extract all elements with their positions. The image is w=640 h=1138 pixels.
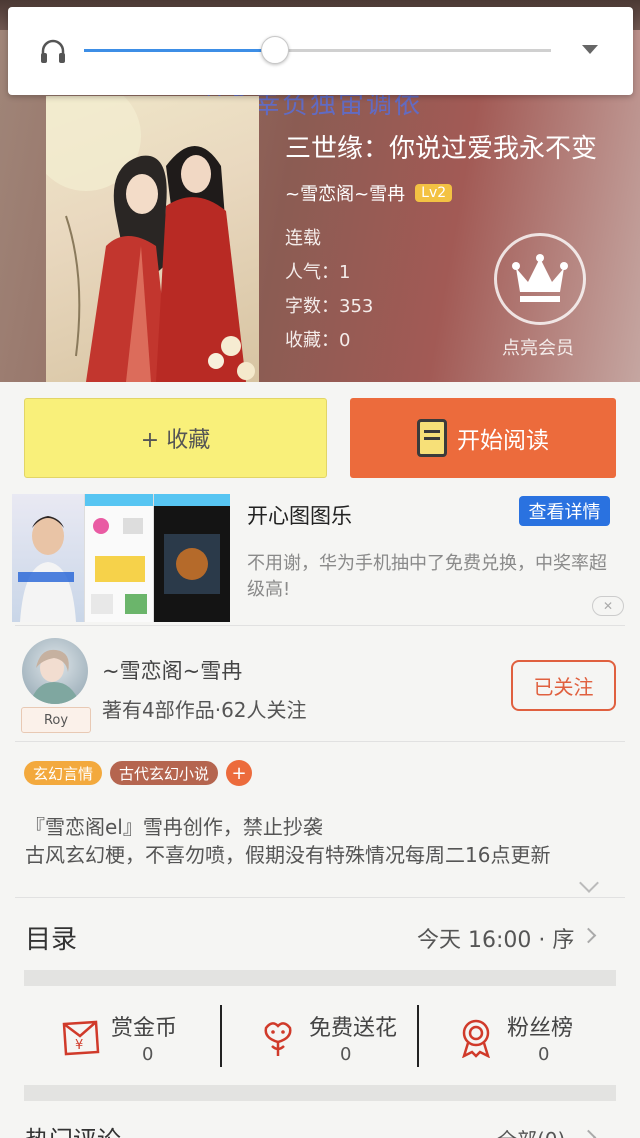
follow-button[interactable]: 已关注 [511, 660, 616, 711]
caret-down-icon[interactable] [582, 45, 598, 54]
fan-ranking-button[interactable]: 粉丝榜 0 [420, 1004, 616, 1068]
book-favorites: 收藏：0 [285, 330, 351, 351]
divider [15, 741, 625, 742]
author-stats: 著有4部作品·62人关注 [102, 698, 307, 722]
stat-value: 0 [538, 1044, 550, 1065]
volume-slider[interactable] [84, 36, 551, 64]
ad-close-icon[interactable]: ✕ [592, 596, 624, 616]
ad-details-button[interactable]: 查看详情 [519, 496, 610, 526]
book-author[interactable]: ~雪恋阁~雪冉 [285, 180, 405, 206]
stat-value: 0 [340, 1044, 352, 1065]
chevron-right-icon[interactable] [580, 1129, 597, 1138]
vip-button[interactable] [494, 233, 586, 325]
collect-button[interactable]: + 收藏 [24, 398, 327, 478]
reward-coin-icon: ¥ [62, 1020, 100, 1056]
headphone-icon [41, 39, 65, 63]
stat-value: 0 [142, 1044, 154, 1065]
book-word-count: 字数：353 [285, 296, 374, 317]
cover-illustration [46, 96, 255, 382]
divider [417, 1005, 419, 1067]
flower-icon [264, 1022, 292, 1056]
volume-slider-fill [84, 49, 276, 52]
volume-popup [8, 7, 633, 95]
level-badge: Lv2 [415, 184, 453, 202]
description-line-2: 古风玄幻梗，不喜勿喷，假期没有特殊情况每周二16点更新 [25, 843, 551, 867]
ad-description: 不用谢，华为手机抽中了免费兑换，中奖率超级高! [247, 553, 607, 600]
stat-label: 赏金币 [111, 1016, 178, 1041]
svg-text:¥: ¥ [75, 1038, 83, 1053]
book-popularity: 人气：1 [285, 262, 351, 283]
chevron-right-icon[interactable] [580, 927, 597, 944]
toc-latest-chapter[interactable]: 今天 16:00 · 序 [417, 922, 574, 954]
ad-images[interactable] [12, 494, 230, 622]
divider [15, 897, 625, 898]
book-title: 三世缘：你说过爱我永不变 [285, 134, 598, 164]
start-reading-label: 开始阅读 [457, 428, 549, 454]
ad-image-1 [12, 494, 84, 622]
section-separator [24, 970, 616, 986]
toc-label[interactable]: 目录 [25, 919, 77, 956]
start-reading-button[interactable]: 开始阅读 [350, 398, 616, 478]
reward-coin-button[interactable]: ¥ 赏金币 0 [24, 1004, 220, 1068]
description-line-1: 『雪恋阁el』雪冉创作，禁止抄袭 [25, 815, 323, 839]
ad-image-2 [84, 494, 154, 622]
book-cover-image[interactable] [46, 96, 259, 382]
tag-item[interactable]: 古代玄幻小说 [110, 761, 219, 785]
section-separator [24, 1085, 616, 1101]
avatar-tag: Roy [21, 707, 91, 733]
book-status: 连载 [285, 228, 321, 249]
expand-description-icon[interactable] [579, 873, 599, 893]
tag-list: 玄幻言情 古代玄幻小说 + [24, 760, 253, 786]
divider [15, 625, 625, 626]
book-description[interactable]: 『雪恋阁el』雪冉创作，禁止抄袭 古风玄幻梗，不喜勿喷，假期没有特殊情况每周二1… [25, 813, 617, 869]
crown-icon [512, 254, 568, 302]
book-icon [417, 419, 447, 457]
all-comments-link[interactable]: 全部(0) [497, 1124, 565, 1138]
volume-slider-thumb[interactable] [261, 36, 290, 64]
stat-label: 免费送花 [309, 1016, 398, 1041]
medal-icon [462, 1019, 490, 1058]
book-author-line[interactable]: ~雪恋阁~雪冉 Lv2 [285, 180, 453, 206]
ad-image-3 [154, 494, 230, 622]
tag-item[interactable]: 玄幻言情 [24, 761, 103, 785]
hot-comments-label: 热门评论 [25, 1120, 121, 1138]
author-avatar[interactable] [22, 638, 88, 704]
ad-title[interactable]: 开心图图乐 [247, 500, 352, 530]
vip-label[interactable]: 点亮会员 [502, 334, 574, 360]
stat-label: 粉丝榜 [507, 1016, 574, 1041]
free-flower-button[interactable]: 免费送花 0 [222, 1004, 418, 1068]
add-tag-button[interactable]: + [226, 760, 253, 786]
author-name[interactable]: ~雪恋阁~雪冉 [102, 655, 242, 685]
